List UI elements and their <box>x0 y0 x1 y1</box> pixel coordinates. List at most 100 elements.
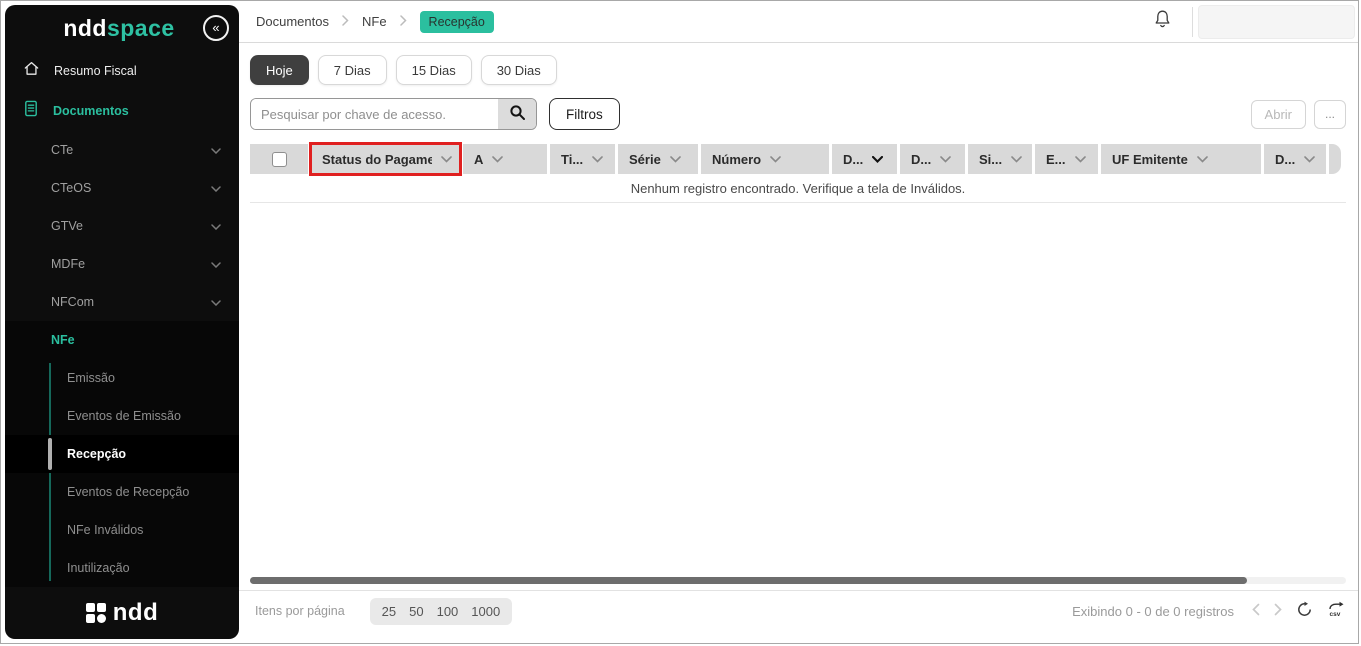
open-button[interactable]: Abrir <box>1251 100 1306 129</box>
column-d1[interactable]: D... <box>832 144 897 174</box>
sidebar-group-label: NFe <box>51 333 75 347</box>
filters-button[interactable]: Filtros <box>549 98 620 130</box>
sidebar-collapse-button[interactable]: « <box>203 15 229 41</box>
column-uf-emitente[interactable]: UF Emitente <box>1101 144 1261 174</box>
sidebar-group-label: CTe <box>51 143 73 157</box>
sidebar-group-label: MDFe <box>51 257 85 271</box>
content-area: Hoje 7 Dias 15 Dias 30 Dias Filtros Abri… <box>239 43 1359 644</box>
csv-export-icon: csv <box>1327 601 1346 621</box>
document-icon <box>23 100 39 122</box>
horizontal-scrollbar-track[interactable] <box>250 577 1346 584</box>
column-label: E... <box>1046 152 1066 167</box>
sidebar-item-inutilizacao[interactable]: Inutilização <box>5 549 239 587</box>
sidebar-group-label: NFCom <box>51 295 94 309</box>
column-tipo[interactable]: Ti... <box>550 144 615 174</box>
sidebar-item-label: Documentos <box>53 104 129 118</box>
breadcrumb: Documentos NFe Recepção <box>256 11 494 33</box>
ndd-logo-text: ndd <box>113 599 158 627</box>
notifications-button[interactable] <box>1133 9 1192 35</box>
sidebar-group-label: GTVe <box>51 219 83 233</box>
search-box <box>250 98 537 130</box>
ellipsis-icon: ... <box>1325 107 1335 121</box>
date-filter-15-dias[interactable]: 15 Dias <box>396 55 472 85</box>
page-size-25[interactable]: 25 <box>382 604 396 619</box>
breadcrumb-item-nfe[interactable]: NFe <box>362 14 387 29</box>
column-serie[interactable]: Série <box>618 144 698 174</box>
column-label: UF Emitente <box>1112 152 1188 167</box>
sidebar-group-cte[interactable]: CTe <box>5 131 239 169</box>
sidebar-item-emissao[interactable]: Emissão <box>5 359 239 397</box>
sort-chevron-icon <box>940 150 951 168</box>
sidebar: nddspace « Resumo Fiscal Documentos CTe <box>5 5 239 639</box>
sidebar-item-eventos-de-emissao[interactable]: Eventos de Emissão <box>5 397 239 435</box>
chevron-right-icon <box>342 13 349 31</box>
column-status-do-pagamento[interactable]: Status do Pagamento <box>311 144 460 174</box>
sidebar-item-nfe-invalidos[interactable]: NFe Inválidos <box>5 511 239 549</box>
user-account-area[interactable] <box>1198 5 1355 39</box>
sidebar-group-gtve[interactable]: GTVe <box>5 207 239 245</box>
column-a[interactable]: A <box>463 144 547 174</box>
column-label: Si... <box>979 152 1002 167</box>
page-size-100[interactable]: 100 <box>437 604 459 619</box>
chevron-down-icon <box>211 255 221 273</box>
sidebar-item-resumo-fiscal[interactable]: Resumo Fiscal <box>5 51 239 91</box>
export-csv-button[interactable]: csv <box>1327 601 1346 621</box>
refresh-button[interactable] <box>1296 601 1313 621</box>
topbar: Documentos NFe Recepção <box>239 1 1359 43</box>
sidebar-group-nfe-header[interactable]: NFe <box>5 321 239 359</box>
pager-controls: csv <box>1252 601 1346 621</box>
app-window: nddspace « Resumo Fiscal Documentos CTe <box>0 0 1359 644</box>
sidebar-group-nfcom[interactable]: NFCom <box>5 283 239 321</box>
chevron-down-icon <box>211 141 221 159</box>
horizontal-scrollbar-thumb[interactable] <box>250 577 1247 584</box>
date-filter-hoje[interactable]: Hoje <box>250 55 309 85</box>
date-filter-7-dias[interactable]: 7 Dias <box>318 55 387 85</box>
chevron-down-icon <box>211 293 221 311</box>
sidebar-item-recepcao[interactable]: Recepção <box>5 435 239 473</box>
refresh-icon <box>1296 601 1313 621</box>
logo-ndd-text: ndd <box>63 15 107 41</box>
sort-chevron-icon <box>1011 150 1022 168</box>
search-input[interactable] <box>251 99 498 129</box>
next-page-button[interactable] <box>1274 603 1282 619</box>
sort-chevron-icon <box>441 150 452 168</box>
breadcrumb-item-documentos[interactable]: Documentos <box>256 14 329 29</box>
column-label: A <box>474 152 483 167</box>
sidebar-item-label: NFe Inválidos <box>67 523 143 537</box>
showing-records-text: Exibindo 0 - 0 de 0 registros <box>1072 604 1234 619</box>
sidebar-item-eventos-de-recepcao[interactable]: Eventos de Recepção <box>5 473 239 511</box>
previous-page-button[interactable] <box>1252 603 1260 619</box>
date-filter-30-dias[interactable]: 30 Dias <box>481 55 557 85</box>
sort-chevron-icon <box>1197 150 1208 168</box>
sort-chevron-icon <box>592 150 603 168</box>
home-icon <box>23 60 40 82</box>
sort-chevron-icon <box>670 150 681 168</box>
sidebar-item-label: Inutilização <box>67 561 130 575</box>
column-label: Status do Pagamento <box>322 152 432 167</box>
column-d3[interactable]: D... <box>1264 144 1326 174</box>
page-size-1000[interactable]: 1000 <box>471 604 500 619</box>
column-emitente[interactable]: E... <box>1035 144 1098 174</box>
sort-chevron-icon <box>770 150 781 168</box>
search-icon <box>509 104 526 124</box>
column-situacao[interactable]: Si... <box>968 144 1032 174</box>
column-d2[interactable]: D... <box>900 144 965 174</box>
search-button[interactable] <box>498 99 536 129</box>
right-actions: Abrir ... <box>1251 100 1346 129</box>
chevron-down-icon <box>211 217 221 235</box>
sidebar-item-documentos[interactable]: Documentos <box>5 91 239 131</box>
more-options-button[interactable]: ... <box>1314 100 1346 129</box>
topbar-right <box>1133 5 1355 39</box>
page-size-50[interactable]: 50 <box>409 604 423 619</box>
sidebar-item-label: Eventos de Emissão <box>67 409 181 423</box>
sidebar-group-cteos[interactable]: CTeOS <box>5 169 239 207</box>
column-numero[interactable]: Número <box>701 144 829 174</box>
empty-state-row: Nenhum registro encontrado. Verifique a … <box>250 174 1346 203</box>
chevron-down-icon <box>211 179 221 197</box>
select-all-checkbox[interactable] <box>272 152 287 167</box>
sort-chevron-icon-active <box>872 150 883 168</box>
sidebar-item-label: Recepção <box>67 447 126 461</box>
sidebar-item-label: Resumo Fiscal <box>54 64 137 78</box>
sidebar-group-mdfe[interactable]: MDFe <box>5 245 239 283</box>
sort-chevron-icon <box>1304 150 1315 168</box>
